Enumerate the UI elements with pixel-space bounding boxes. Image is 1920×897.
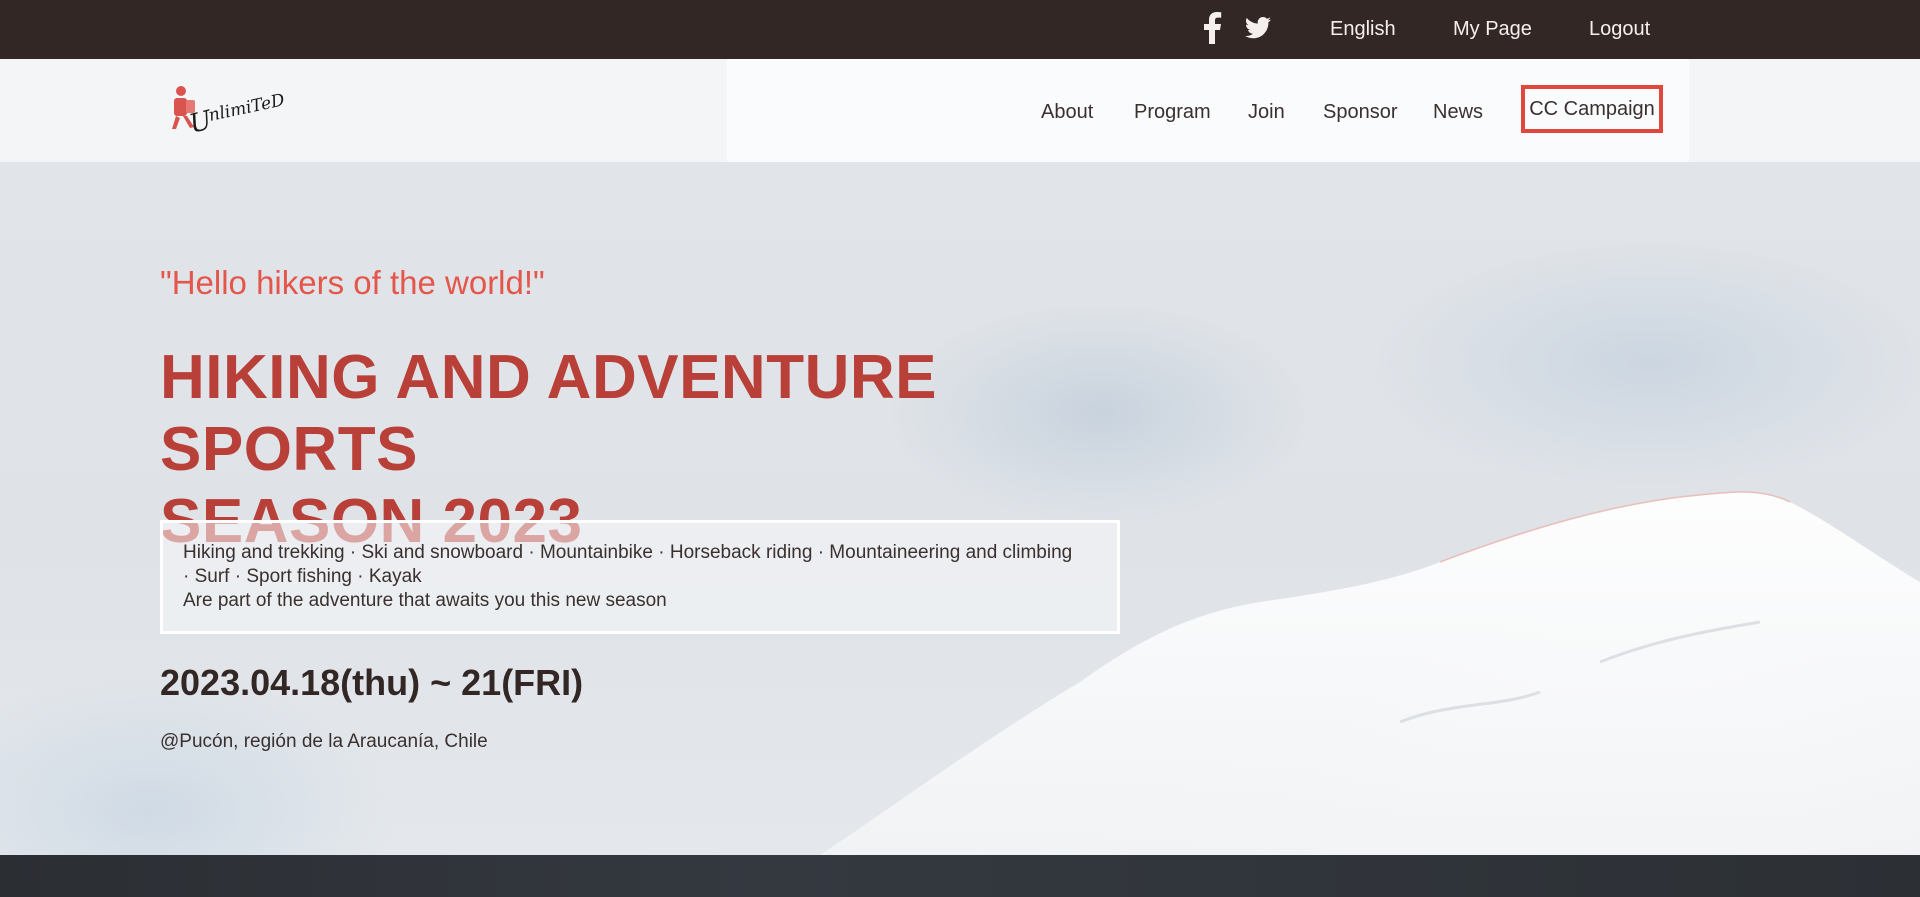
activities-line-1: Hiking and trekking · Ski and snowboard … [183,542,1073,563]
hero-headline-line-1: HIKING AND ADVENTURE SPORTS [160,343,937,484]
hero-section: "Hello hikers of the world!" HIKING AND … [0,162,1920,855]
logout-link[interactable]: Logout [1589,18,1650,41]
nav-join[interactable]: Join [1248,101,1285,124]
nav-news[interactable]: News [1433,101,1483,124]
language-link[interactable]: English [1330,18,1396,41]
twitter-icon[interactable] [1245,17,1271,44]
nav-program[interactable]: Program [1134,101,1211,124]
hero-greeting: "Hello hikers of the world!" [160,264,545,301]
activities-line-2: · Surf · Sport fishing · Kayak [183,566,422,587]
nav-sponsor[interactable]: Sponsor [1323,101,1398,124]
site-logo[interactable]: U nlimiTeD [168,81,298,141]
activities-line-3: Are part of the adventure that awaits yo… [183,590,667,611]
event-dates: 2023.04.18(thu) ~ 21(FRI) [160,662,584,703]
event-location: @Pucón, región de la Araucanía, Chile [160,731,488,752]
activities-box: Hiking and trekking · Ski and snowboard … [160,520,1120,634]
next-section-band [0,855,1920,897]
main-navbar: U nlimiTeD About Program Join Sponsor Ne… [0,59,1920,162]
facebook-icon[interactable] [1201,12,1223,49]
nav-cc-campaign-button[interactable]: CC Campaign [1521,85,1663,133]
svg-text:nlimiTeD: nlimiTeD [207,90,287,126]
top-utility-bar: English My Page Logout [0,0,1920,59]
nav-about[interactable]: About [1041,101,1093,124]
my-page-link[interactable]: My Page [1453,18,1532,41]
